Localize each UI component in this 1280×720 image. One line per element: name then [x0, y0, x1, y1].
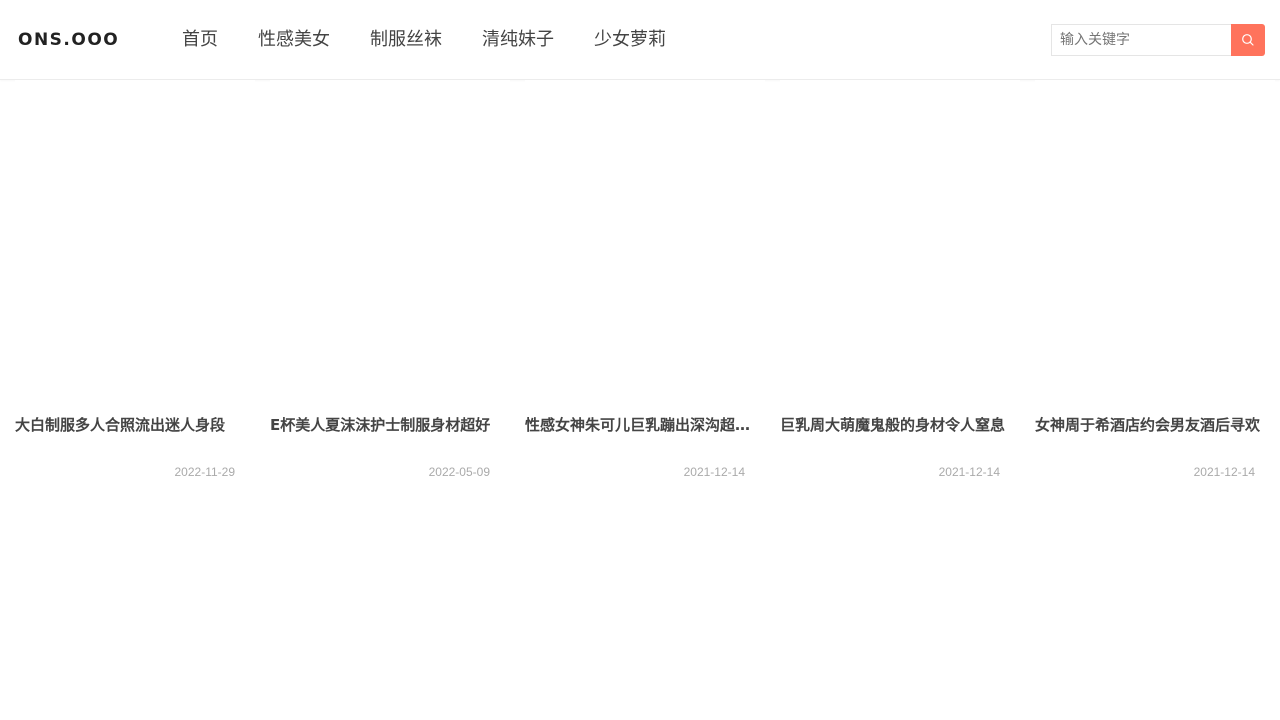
post-title[interactable]: E杯美人夏沫沫护士制服身材超好 [270, 414, 510, 436]
post-card[interactable]: 巨乳周大萌魔鬼般的身材令人窒息 2021-12-14 [780, 80, 1020, 490]
post-title[interactable]: 性感女神朱可儿巨乳蹦出深沟超级诱人 [525, 414, 765, 436]
nav-item-young-girls[interactable]: 少女萝莉 [594, 28, 666, 52]
post-date: 2021-12-14 [1193, 465, 1255, 479]
nav-item-sexy-beauty[interactable]: 性感美女 [258, 28, 330, 52]
post-title[interactable]: 大白制服多人合照流出迷人身段 [15, 414, 255, 436]
post-thumbnail[interactable] [270, 80, 510, 400]
post-card[interactable]: 女神周于希酒店约会男友酒后寻欢 2021-12-14 [1035, 80, 1275, 490]
post-date: 2022-05-09 [428, 465, 490, 479]
post-card[interactable]: E杯美人夏沫沫护士制服身材超好 2022-05-09 [270, 80, 510, 490]
search-input[interactable] [1051, 24, 1231, 56]
nav-item-uniform-stockings[interactable]: 制服丝袜 [370, 28, 442, 52]
site-header: ONS.OOO 首页 性感美女 制服丝袜 清纯妹子 少女萝莉 [0, 0, 1280, 80]
nav-item-pure-girls[interactable]: 清纯妹子 [482, 28, 554, 52]
post-thumbnail[interactable] [1035, 80, 1275, 400]
search-icon [1242, 34, 1254, 46]
post-title[interactable]: 女神周于希酒店约会男友酒后寻欢 [1035, 414, 1275, 436]
nav-item-home[interactable]: 首页 [182, 28, 218, 52]
post-date: 2021-12-14 [683, 465, 745, 479]
post-thumbnail[interactable] [525, 80, 765, 400]
post-thumbnail[interactable] [15, 80, 255, 400]
post-date: 2021-12-14 [938, 465, 1000, 479]
post-thumbnail[interactable] [780, 80, 1020, 400]
post-date: 2022-11-29 [174, 465, 236, 479]
site-logo[interactable]: ONS.OOO [18, 30, 119, 50]
post-card[interactable]: 性感女神朱可儿巨乳蹦出深沟超级诱人 2021-12-14 [525, 80, 765, 490]
post-card[interactable]: 大白制服多人合照流出迷人身段 2022-11-29 [15, 80, 255, 490]
post-title[interactable]: 巨乳周大萌魔鬼般的身材令人窒息 [780, 414, 1020, 436]
search-button[interactable] [1231, 24, 1265, 56]
